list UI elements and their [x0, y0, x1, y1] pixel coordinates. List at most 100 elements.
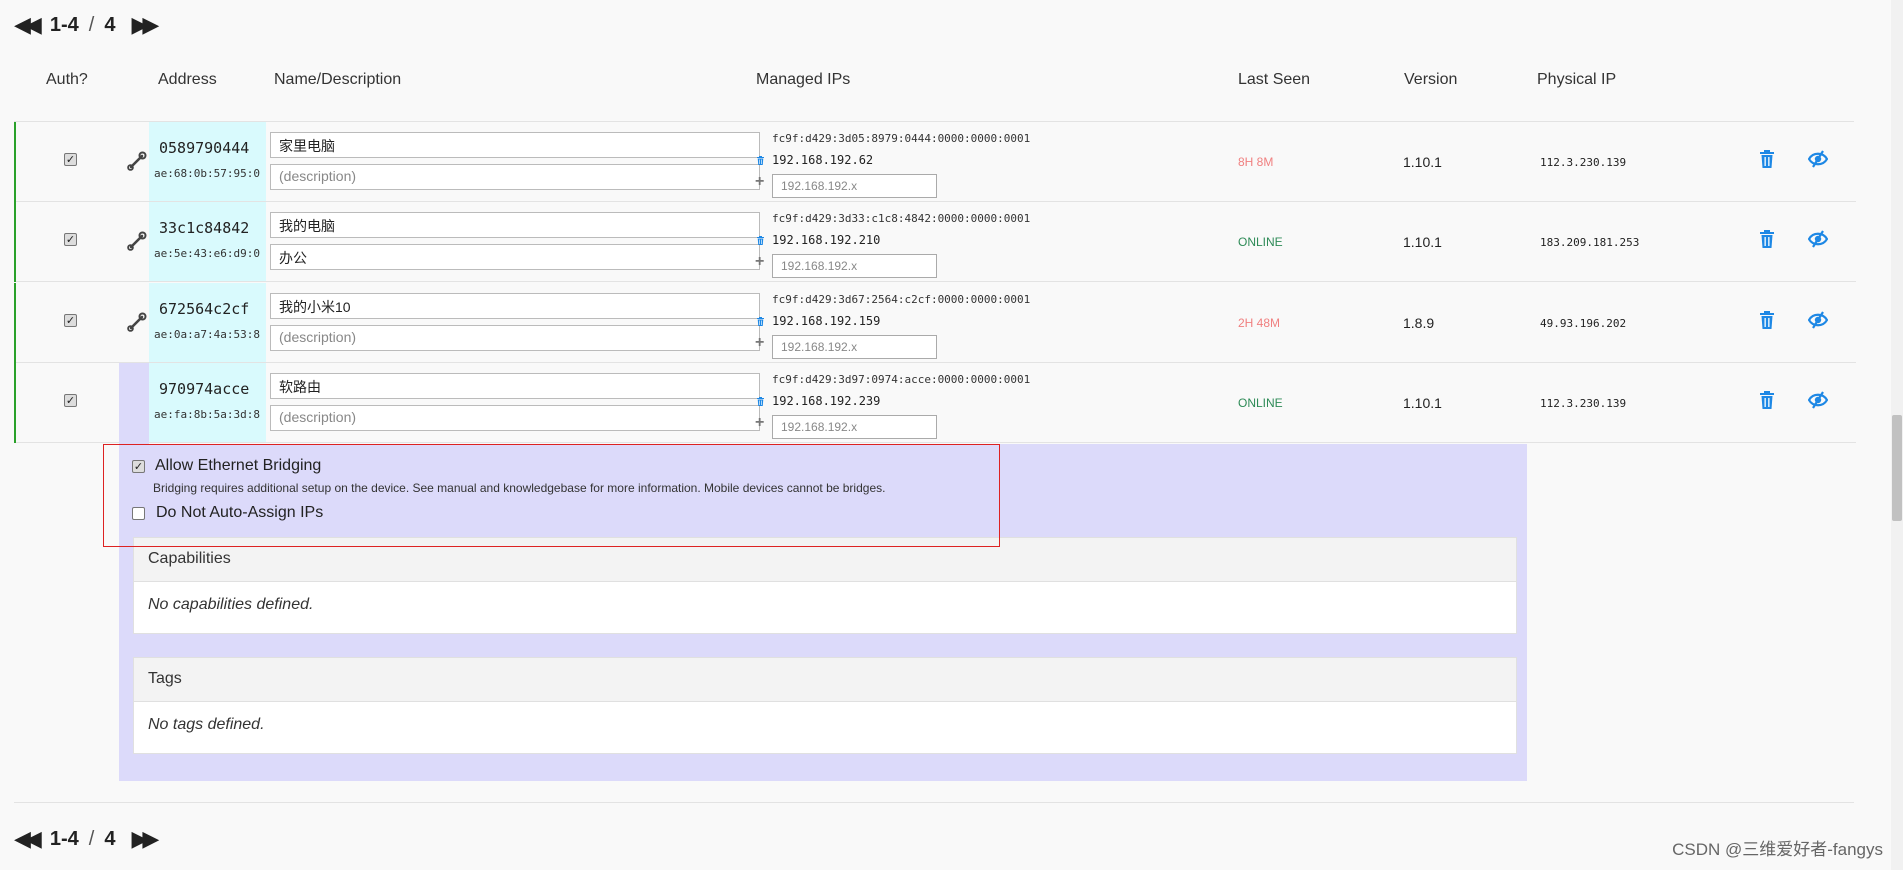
highlight-box [103, 444, 1000, 547]
member-name-input[interactable]: 我的小米10 [270, 293, 760, 319]
member-address: 672564c2cf [159, 300, 250, 318]
delete-member-icon[interactable] [1758, 149, 1776, 169]
member-last-seen: ONLINE [1238, 396, 1283, 410]
member-physical-ip: 49.93.196.202 [1540, 317, 1627, 330]
member-physical-ip: 183.209.181.253 [1540, 236, 1640, 249]
member-name-input[interactable]: 家里电脑 [270, 132, 760, 158]
member-description-input[interactable]: (description) [270, 164, 760, 190]
pager-total: 4 [104, 827, 116, 850]
member-ipv4: 192.168.192.210 [772, 233, 881, 247]
member-description-input[interactable]: (description) [270, 405, 760, 431]
member-last-seen: 8H 8M [1238, 155, 1274, 169]
member-address: 33c1c84842 [159, 219, 250, 237]
member-row: ✓ 0589790444 ae:68:0b:57:95:0 家里电脑 (desc… [14, 122, 1856, 202]
add-ip-input[interactable]: 192.168.192.x [772, 335, 937, 359]
tags-empty: No tags defined. [148, 716, 265, 733]
auth-checkbox[interactable]: ✓ [64, 314, 77, 327]
remove-ip-icon[interactable] [756, 153, 765, 165]
member-ipv6: fc9f:d429:3d97:0974:acce:0000:0000:0001 [772, 373, 1031, 386]
hide-member-icon[interactable] [1807, 149, 1829, 169]
pager-range: 1-4 [49, 827, 79, 850]
member-ipv6: fc9f:d429:3d67:2564:c2cf:0000:0000:0001 [772, 293, 1031, 306]
delete-member-icon[interactable] [1758, 310, 1776, 330]
address-cell: 0589790444 ae:68:0b:57:95:0 [149, 122, 266, 202]
add-ip-icon[interactable]: + [755, 173, 764, 191]
auth-checkbox[interactable]: ✓ [64, 394, 77, 407]
member-row: ✓ 672564c2cf ae:0a:a7:4a:53:8 我的小米10 (de… [14, 283, 1856, 363]
member-physical-ip: 112.3.230.139 [1540, 397, 1627, 410]
col-name[interactable]: Name/Description [274, 71, 401, 89]
member-last-seen: 2H 48M [1238, 316, 1281, 330]
member-ipv6: fc9f:d429:3d33:c1c8:4842:0000:0000:0001 [772, 212, 1031, 225]
member-address: 970974acce [159, 380, 250, 398]
member-last-seen: ONLINE [1238, 235, 1283, 249]
address-cell: 970974acce ae:fa:8b:5a:3d:8 [149, 363, 266, 443]
add-ip-input[interactable]: 192.168.192.x [772, 415, 937, 439]
wrench-icon[interactable] [126, 230, 148, 252]
member-name-input[interactable]: 软路由 [270, 373, 760, 399]
col-last-seen[interactable]: Last Seen [1238, 71, 1310, 89]
remove-ip-icon[interactable] [756, 394, 765, 406]
add-ip-icon[interactable]: + [755, 334, 764, 352]
member-version: 1.8.9 [1403, 315, 1435, 331]
hide-member-icon[interactable] [1807, 310, 1829, 330]
member-mac: ae:0a:a7:4a:53:8 [154, 328, 260, 341]
auth-checkbox[interactable]: ✓ [64, 153, 77, 166]
col-version[interactable]: Version [1404, 71, 1457, 89]
member-row: ✓ 33c1c84842 ae:5e:43:e6:d9:0 我的电脑 办公 fc… [14, 202, 1856, 282]
remove-ip-icon[interactable] [756, 233, 765, 245]
col-managed-ips[interactable]: Managed IPs [756, 71, 850, 89]
address-cell: 33c1c84842 ae:5e:43:e6:d9:0 [149, 202, 266, 282]
capabilities-empty: No capabilities defined. [148, 596, 314, 613]
add-ip-input[interactable]: 192.168.192.x [772, 174, 937, 198]
member-ipv4: 192.168.192.159 [772, 314, 881, 328]
member-version: 1.10.1 [1403, 395, 1442, 411]
member-mac: ae:5e:43:e6:d9:0 [154, 247, 260, 260]
col-auth[interactable]: Auth? [46, 71, 88, 89]
scrollbar-thumb[interactable] [1892, 415, 1902, 521]
next-page-icon[interactable]: ▶▶ [131, 826, 159, 852]
member-ipv4: 192.168.192.62 [772, 153, 874, 167]
add-ip-input[interactable]: 192.168.192.x [772, 254, 937, 278]
member-version: 1.10.1 [1403, 154, 1442, 170]
col-physical-ip[interactable]: Physical IP [1537, 71, 1616, 89]
pager-top: ◀◀ 1-4 / 4 ▶▶ [14, 12, 159, 38]
member-mac: ae:68:0b:57:95:0 [154, 167, 260, 180]
hide-member-icon[interactable] [1807, 229, 1829, 249]
pager-total: 4 [104, 13, 116, 36]
member-physical-ip: 112.3.230.139 [1540, 156, 1627, 169]
member-ipv6: fc9f:d429:3d05:8979:0444:0000:0000:0001 [772, 132, 1031, 145]
address-cell: 672564c2cf ae:0a:a7:4a:53:8 [149, 283, 266, 363]
hide-member-icon[interactable] [1807, 390, 1829, 410]
tags-card: Tags No tags defined. [133, 657, 1517, 754]
pager-range: 1-4 [49, 13, 79, 36]
next-page-icon[interactable]: ▶▶ [131, 12, 159, 38]
watermark: CSDN @三维爱好者-fangys [1672, 840, 1883, 859]
member-description-input[interactable]: (description) [270, 325, 760, 351]
member-address: 0589790444 [159, 139, 250, 157]
pager-separator: / [88, 827, 95, 850]
auth-checkbox[interactable]: ✓ [64, 233, 77, 246]
pager-separator: / [88, 13, 95, 36]
pager-bottom: ◀◀ 1-4 / 4 ▶▶ [14, 826, 159, 852]
member-description-input[interactable]: 办公 [270, 244, 760, 270]
scrollbar[interactable] [1891, 0, 1903, 870]
member-mac: ae:fa:8b:5a:3d:8 [154, 408, 260, 421]
delete-member-icon[interactable] [1758, 229, 1776, 249]
tags-title: Tags [134, 658, 1516, 702]
delete-member-icon[interactable] [1758, 390, 1776, 410]
member-version: 1.10.1 [1403, 234, 1442, 250]
add-ip-icon[interactable]: + [755, 414, 764, 432]
add-ip-icon[interactable]: + [755, 253, 764, 271]
remove-ip-icon[interactable] [756, 314, 765, 326]
member-name-input[interactable]: 我的电脑 [270, 212, 760, 238]
wrench-icon[interactable] [126, 150, 148, 172]
first-page-icon[interactable]: ◀◀ [14, 826, 42, 852]
capabilities-card: Capabilities No capabilities defined. [133, 537, 1517, 634]
first-page-icon[interactable]: ◀◀ [14, 12, 42, 38]
detail-tab [119, 363, 149, 444]
member-row: ✓ 970974acce ae:fa:8b:5a:3d:8 软路由 (descr… [14, 363, 1856, 443]
wrench-icon[interactable] [126, 311, 148, 333]
member-ipv4: 192.168.192.239 [772, 394, 881, 408]
col-address[interactable]: Address [158, 71, 217, 89]
